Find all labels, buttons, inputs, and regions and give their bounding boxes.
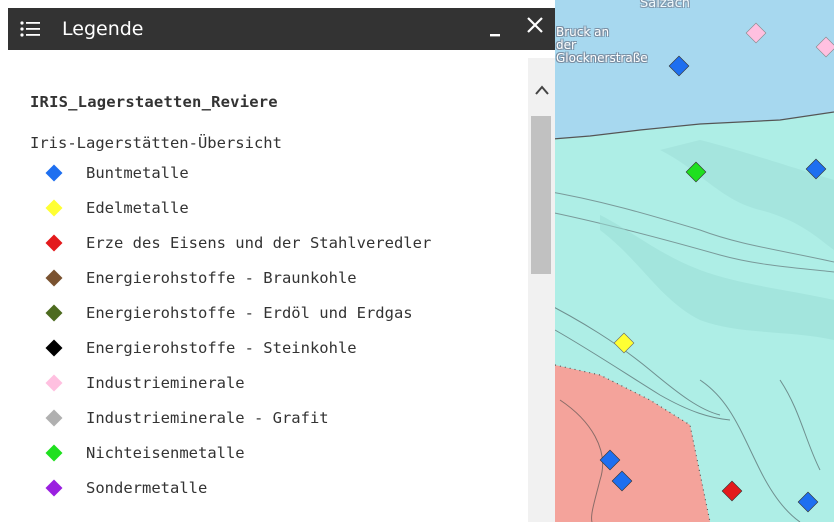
scrollbar[interactable]	[528, 58, 555, 522]
diamond-icon	[45, 269, 63, 287]
diamond-icon	[45, 304, 63, 322]
diamond-icon	[45, 164, 63, 182]
diamond-icon	[45, 234, 63, 252]
legend-panel: Legende IRIS_Lagerstaetten_Reviere Iris-…	[0, 0, 555, 522]
legend-item-label: Energierohstoffe - Steinkohle	[86, 339, 357, 357]
list-icon	[20, 21, 40, 37]
legend-item-label: Edelmetalle	[86, 199, 189, 217]
close-icon[interactable]	[520, 10, 550, 40]
legend-item-label: Industrieminerale - Grafit	[86, 409, 329, 427]
diamond-icon	[45, 479, 63, 497]
legend-item-label: Sondermetalle	[86, 479, 208, 497]
diamond-icon	[45, 374, 63, 392]
diamond-icon	[45, 339, 63, 357]
legend-item-label: Erze des Eisens und der Stahlveredler	[86, 234, 432, 252]
diamond-icon	[45, 199, 63, 217]
legend-item-label: Energierohstoffe - Braunkohle	[86, 269, 357, 287]
legend-titlebar[interactable]: Legende	[8, 8, 555, 50]
layer-title: IRIS_Lagerstaetten_Reviere	[30, 93, 278, 111]
map-label-river: Salzach	[640, 0, 691, 11]
diamond-icon	[45, 409, 63, 427]
sublayer-title: Iris-Lagerstätten-Übersicht	[30, 134, 282, 152]
legend-item-label: Industrieminerale	[86, 374, 245, 392]
minimize-icon[interactable]	[486, 18, 508, 40]
legend-item-label: Energierohstoffe - Erdöl und Erdgas	[86, 304, 413, 322]
legend-item-label: Nichteisenmetalle	[86, 444, 245, 462]
chevron-up-icon[interactable]	[534, 84, 550, 96]
panel-title: Legende	[62, 18, 144, 40]
legend-item-label: Buntmetalle	[86, 164, 189, 182]
scroll-thumb[interactable]	[531, 116, 551, 274]
map-label-town: Bruck an der Glocknerstraße	[556, 25, 648, 65]
diamond-icon	[45, 444, 63, 462]
